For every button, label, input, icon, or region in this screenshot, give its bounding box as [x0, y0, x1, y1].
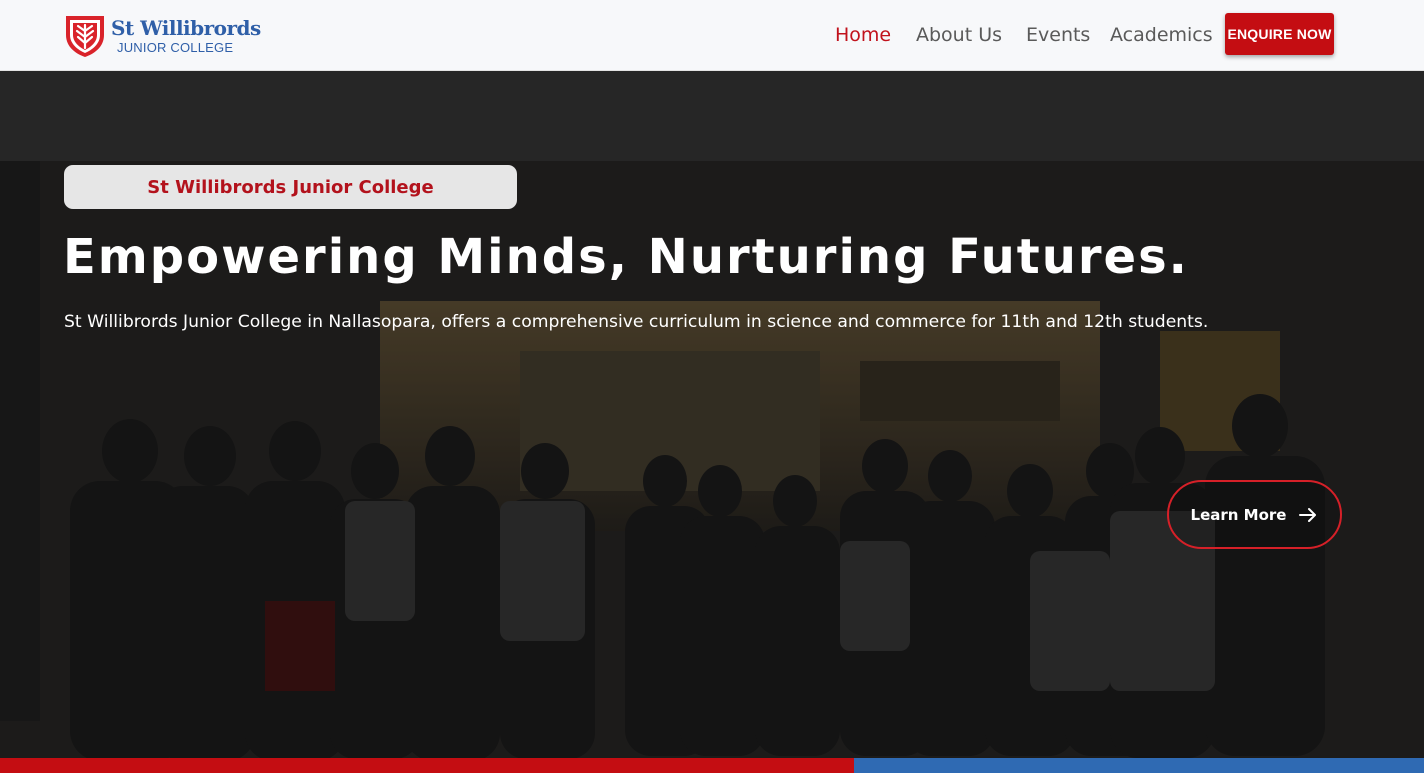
logo-text: St Willibrords JUNIOR COLLEGE	[111, 18, 261, 54]
logo-subtitle: JUNIOR COLLEGE	[117, 40, 234, 55]
nav-about-us[interactable]: About Us	[916, 24, 1002, 46]
hero-headline: Empowering Minds, Nurturing Futures.	[63, 229, 1189, 285]
hero-subtext: St Willibrords Junior College in Nallaso…	[64, 312, 1209, 332]
shield-icon	[66, 16, 104, 57]
college-logo[interactable]: St Willibrords JUNIOR COLLEGE	[63, 13, 261, 59]
footer-accent-blue	[854, 758, 1424, 773]
hero-section: St Willibrords Junior College Empowering…	[0, 71, 1424, 758]
arrow-right-icon	[1299, 507, 1317, 522]
nav-academics[interactable]: Academics	[1110, 24, 1213, 46]
nav-events[interactable]: Events	[1026, 24, 1090, 46]
hero-tag: St Willibrords Junior College	[64, 165, 517, 209]
footer-accent-red	[0, 758, 854, 773]
site-header: St Willibrords JUNIOR COLLEGE Home About…	[0, 0, 1424, 71]
learn-more-label: Learn More	[1190, 505, 1287, 524]
learn-more-button[interactable]: Learn More	[1167, 480, 1342, 549]
enquire-now-button[interactable]: ENQUIRE NOW	[1225, 13, 1334, 55]
logo-title: St Willibrords	[111, 16, 261, 40]
nav-home[interactable]: Home	[835, 24, 891, 46]
